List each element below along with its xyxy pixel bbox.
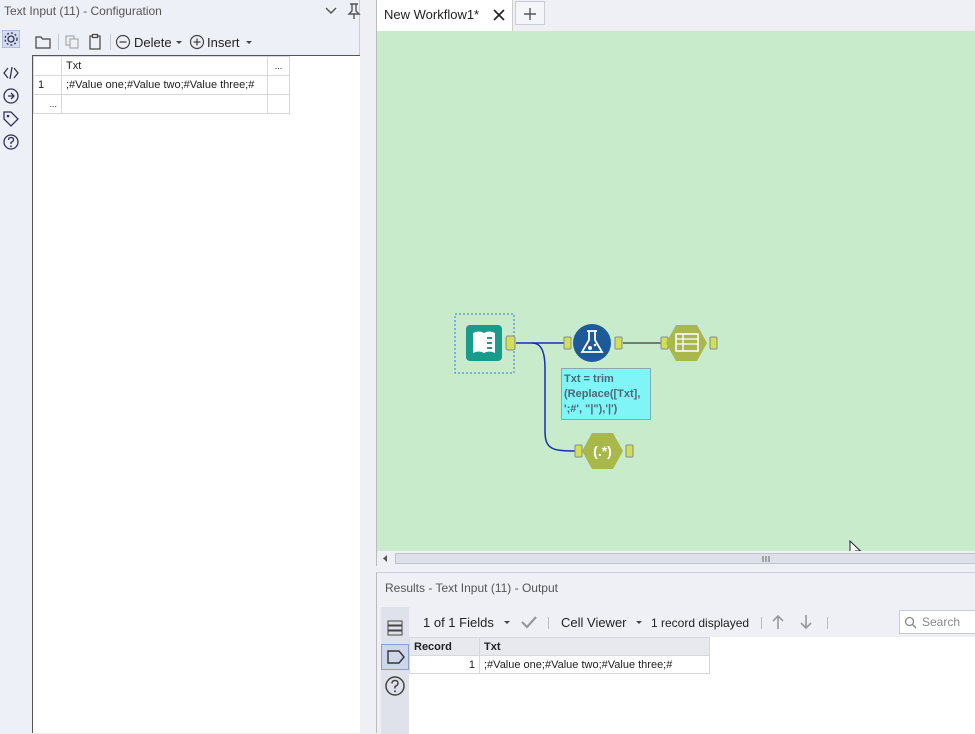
tab-new-workflow[interactable]: New Workflow1* (377, 0, 513, 31)
close-icon[interactable] (493, 9, 505, 21)
folder-icon[interactable] (34, 33, 52, 51)
caret-down-icon[interactable] (635, 617, 643, 627)
input-anchor (563, 336, 572, 350)
results-panel: Results - Text Input (11) - Output 1 of … (376, 572, 975, 734)
tag-icon (387, 650, 405, 664)
add-tab-button[interactable] (515, 1, 545, 25)
caret-down-icon[interactable] (244, 33, 254, 51)
arrow-up-icon[interactable] (770, 613, 786, 631)
list-icon[interactable] (386, 619, 404, 637)
record-cell[interactable]: 1 (409, 655, 480, 674)
paste-icon[interactable] (86, 33, 104, 51)
plus-icon (524, 8, 536, 20)
insert-button[interactable]: Insert (207, 35, 240, 50)
connection-icon[interactable] (2, 87, 20, 105)
input-anchor (574, 444, 583, 458)
workflow-canvas[interactable]: (.*) (376, 31, 975, 551)
output-anchor (614, 336, 623, 350)
results-side-toolbar (381, 607, 409, 734)
grid-cell[interactable] (61, 94, 268, 114)
results-title: Results - Text Input (11) - Output (385, 581, 558, 595)
toolbar-separator (548, 617, 549, 629)
grid-row-number: 1 (33, 75, 62, 95)
output-anchor (625, 444, 634, 458)
config-panel-title: Text Input (11) - Configuration (4, 4, 162, 18)
toolbar-separator (761, 617, 762, 629)
column-header-txt[interactable]: Txt (479, 637, 710, 656)
workflow-diagram: (.*) (454, 313, 718, 469)
formula-tool[interactable] (573, 324, 611, 362)
scroll-left-icon[interactable] (381, 554, 389, 563)
copy-icon[interactable] (63, 33, 81, 51)
search-placeholder: Search (922, 615, 961, 629)
help-icon[interactable] (2, 133, 20, 151)
canvas-horizontal-scrollbar[interactable] (376, 551, 975, 566)
column-header-record[interactable]: Record (409, 637, 480, 656)
scroll-thumb[interactable] (395, 553, 975, 564)
configuration-panel: Text Input (11) - Configuration Delete I… (0, 0, 362, 733)
grip-icon (762, 556, 770, 562)
txt-cell[interactable]: ;#Value one;#Value two;#Value three;# (479, 655, 710, 674)
grid-cell-extra[interactable] (267, 94, 290, 114)
config-side-toolbar (0, 26, 22, 733)
arrow-down-icon[interactable] (798, 613, 814, 631)
grid-more-header[interactable]: ... (267, 56, 290, 76)
grid-cell[interactable]: ;#Value one;#Value two;#Value three;# (61, 75, 268, 95)
grid-new-row-marker: ... (33, 94, 62, 114)
checkmark-icon[interactable] (520, 614, 538, 630)
plus-circle-icon[interactable] (188, 33, 206, 51)
viewer-selector[interactable]: Cell Viewer (561, 615, 627, 630)
caret-down-icon[interactable] (174, 33, 184, 51)
search-icon (904, 616, 917, 629)
pin-icon[interactable] (346, 2, 362, 20)
minus-circle-icon[interactable] (114, 33, 132, 51)
output-anchor (709, 336, 718, 350)
gear-icon[interactable] (2, 30, 20, 48)
regex-label: (.*) (593, 443, 612, 459)
caret-down-icon[interactable] (503, 617, 511, 627)
delete-button[interactable]: Delete (134, 35, 172, 50)
annotation-line: (Replace([Txt], (564, 388, 641, 400)
table-row: 1 ;#Value one;#Value two;#Value three;# (409, 655, 710, 674)
toolbar-separator (827, 617, 828, 629)
record-count: 1 record displayed (651, 616, 750, 630)
browse-tool[interactable] (666, 325, 707, 361)
workflow-tab-bar: New Workflow1* (376, 0, 975, 31)
config-toolbar: Delete Insert (30, 30, 360, 54)
annotation-line: Txt = trim (564, 373, 614, 385)
formula-annotation[interactable]: Txt = trim (Replace([Txt], ';#', "|"),'|… (561, 368, 651, 420)
text-input-tool[interactable] (466, 325, 502, 361)
tag-view-button[interactable] (381, 644, 409, 670)
code-icon[interactable] (2, 64, 20, 82)
grid-cell-extra[interactable] (267, 75, 290, 95)
grid-corner (33, 56, 62, 76)
regex-tool[interactable]: (.*) (582, 433, 623, 469)
help-icon[interactable] (384, 675, 406, 697)
grid-column-header[interactable]: Txt (61, 56, 268, 76)
output-anchor (505, 335, 516, 351)
text-input-grid: Txt ... 1 ;#Value one;#Value two;#Value … (32, 55, 360, 733)
chevron-down-icon[interactable] (324, 4, 338, 18)
tag-icon[interactable] (2, 110, 20, 128)
results-table: Record Txt 1 ;#Value one;#Value two;#Val… (409, 637, 975, 734)
annotation-line: ';#', "|"),'|') (564, 403, 618, 415)
search-input[interactable]: Search (899, 610, 975, 634)
fields-selector[interactable]: 1 of 1 Fields (423, 615, 494, 630)
tab-label: New Workflow1* (384, 7, 480, 22)
